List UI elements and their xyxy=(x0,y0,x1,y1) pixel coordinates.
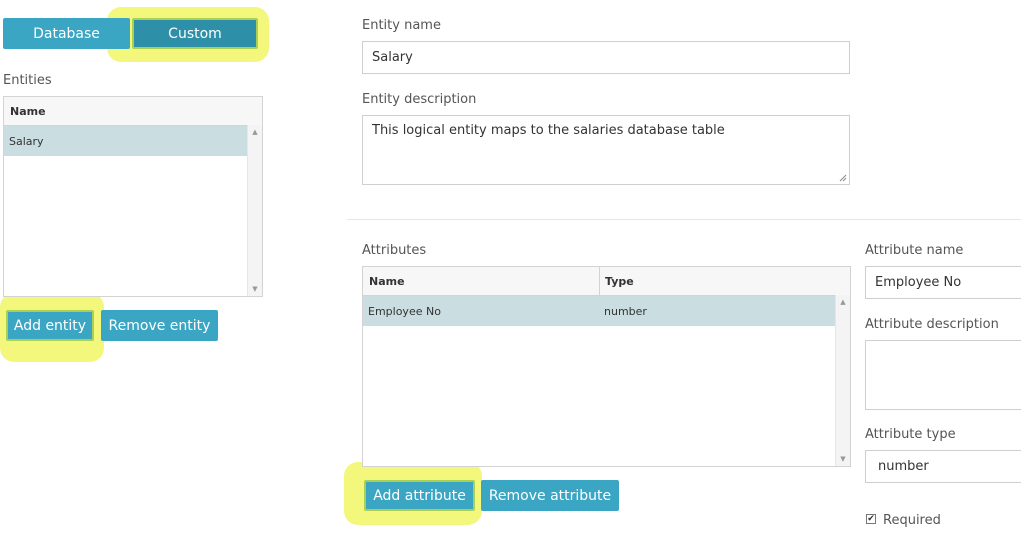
entity-row-name: Salary xyxy=(9,135,44,148)
attribute-row-type: number xyxy=(604,305,647,318)
attributes-grid-header: Name Type xyxy=(363,267,850,296)
scroll-up-icon[interactable]: ▲ xyxy=(836,295,850,309)
table-row[interactable]: Employee No number xyxy=(363,296,835,326)
remove-entity-button[interactable]: Remove entity xyxy=(101,310,218,341)
resize-grip-icon[interactable] xyxy=(839,174,847,182)
scroll-down-icon[interactable]: ▼ xyxy=(248,282,262,296)
attributes-scrollbar[interactable]: ▲ ▼ xyxy=(835,295,850,466)
entities-grid-header: Name xyxy=(4,97,262,126)
table-row[interactable]: Salary xyxy=(4,126,247,156)
entities-grid: Name Salary ▲ ▼ xyxy=(3,96,263,297)
entity-description-field[interactable]: This logical entity maps to the salaries… xyxy=(362,115,850,185)
entities-column-name: Name xyxy=(10,105,46,118)
custom-tab[interactable]: Custom xyxy=(132,18,258,49)
scroll-up-icon[interactable]: ▲ xyxy=(248,125,262,139)
entity-name-field[interactable]: Salary xyxy=(362,41,850,74)
attribute-type-value: number xyxy=(878,459,929,474)
database-tab[interactable]: Database xyxy=(3,18,130,49)
attributes-heading: Attributes xyxy=(362,243,427,258)
required-label: Required xyxy=(883,513,941,528)
attributes-grid: Name Type Employee No number ▲ ▼ xyxy=(362,266,851,467)
entity-name-label: Entity name xyxy=(362,18,441,33)
attributes-column-type: Type xyxy=(605,275,634,288)
add-attribute-button[interactable]: Add attribute xyxy=(364,480,475,511)
entity-name-value: Salary xyxy=(372,50,413,65)
attribute-description-label: Attribute description xyxy=(865,317,999,332)
attribute-row-name: Employee No xyxy=(368,305,441,318)
attributes-column-name: Name xyxy=(369,275,405,288)
entity-description-value: This logical entity maps to the salaries… xyxy=(372,123,725,138)
required-checkbox[interactable]: ✔ xyxy=(866,514,876,524)
attribute-type-label: Attribute type xyxy=(865,427,956,442)
remove-attribute-button[interactable]: Remove attribute xyxy=(481,480,619,511)
entities-heading: Entities xyxy=(3,73,52,88)
add-entity-button[interactable]: Add entity xyxy=(6,310,94,341)
section-divider xyxy=(347,219,1021,220)
attribute-name-field[interactable]: Employee No xyxy=(865,266,1021,299)
scroll-down-icon[interactable]: ▼ xyxy=(836,452,850,466)
attribute-name-value: Employee No xyxy=(875,275,962,290)
entity-description-label: Entity description xyxy=(362,92,477,107)
attribute-description-field[interactable] xyxy=(865,340,1021,410)
entities-scrollbar[interactable]: ▲ ▼ xyxy=(247,125,262,296)
attribute-type-select[interactable]: number xyxy=(865,450,1021,483)
attribute-name-label: Attribute name xyxy=(865,243,964,258)
column-separator xyxy=(599,267,600,295)
